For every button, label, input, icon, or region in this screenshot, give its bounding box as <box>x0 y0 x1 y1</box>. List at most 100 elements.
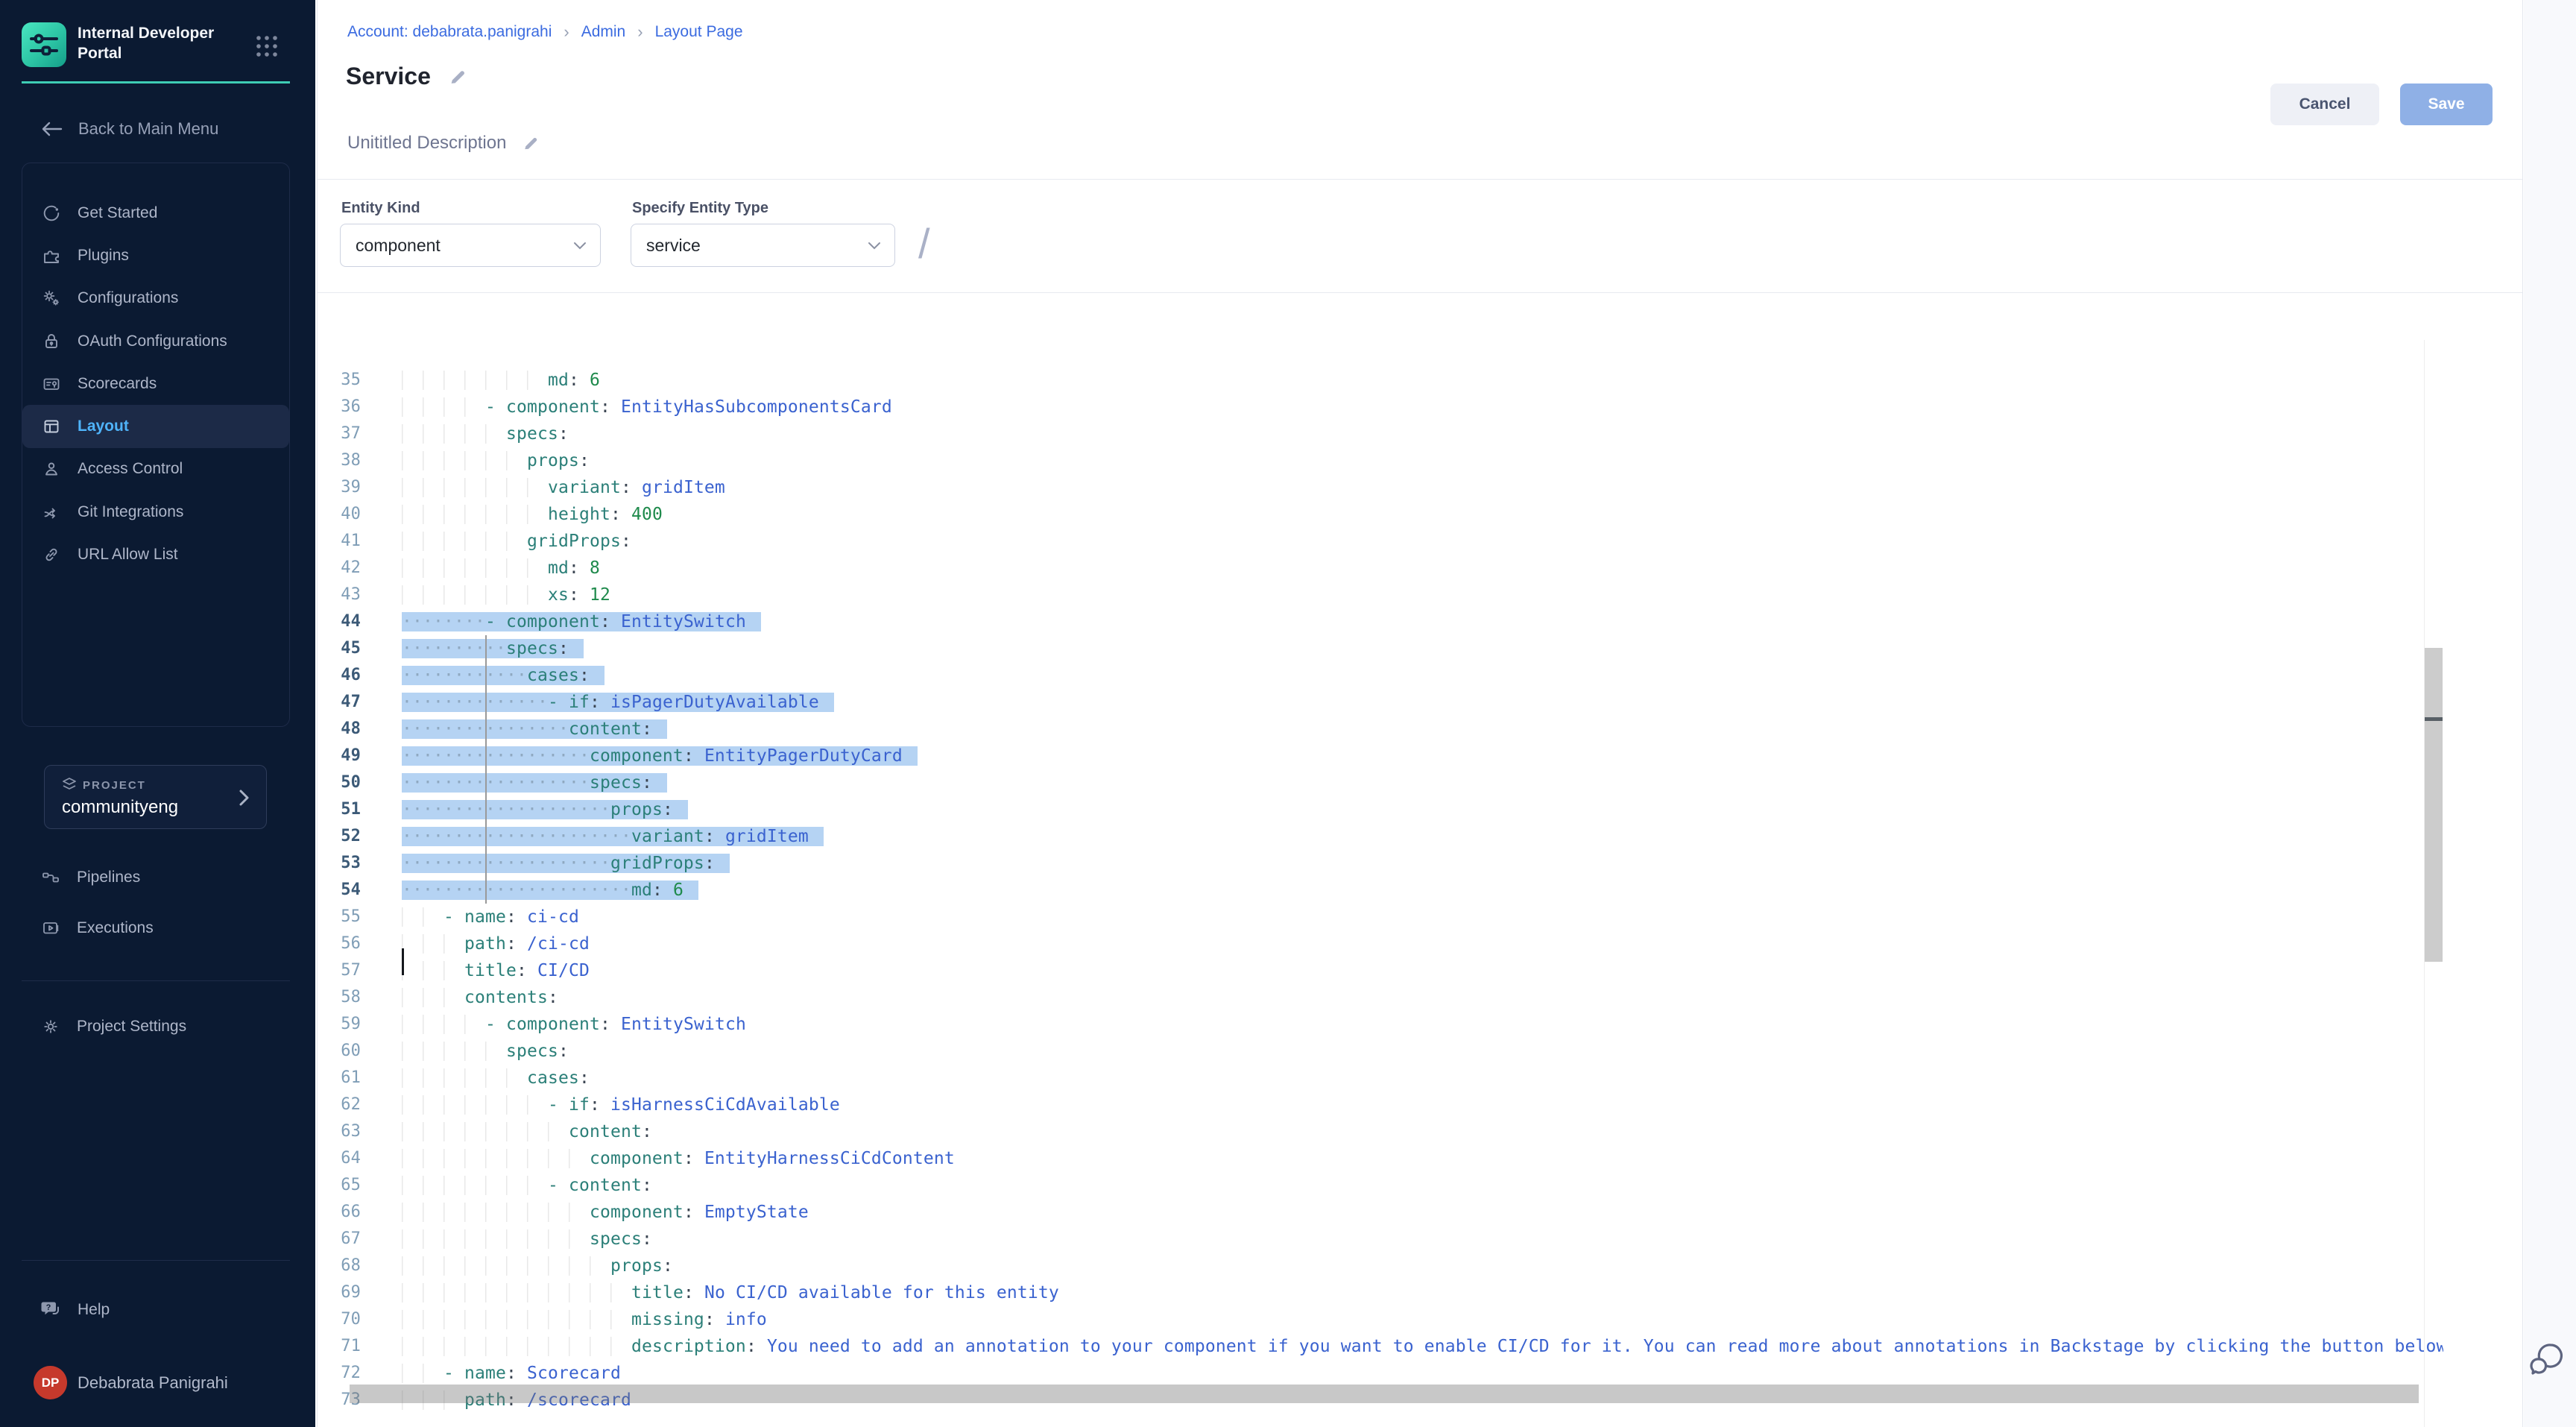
code-line[interactable]: 42 md: 8 <box>318 555 2443 582</box>
back-to-main-menu[interactable]: Back to Main Menu <box>41 119 218 139</box>
line-number[interactable]: 55 <box>318 904 361 930</box>
line-number[interactable]: 46 <box>318 662 361 689</box>
line-number[interactable]: 53 <box>318 850 361 877</box>
code-line[interactable]: 55 - name: ci-cd <box>318 904 2443 930</box>
sidebar-item-url-allow-list[interactable]: URL Allow List <box>22 533 289 576</box>
module-switcher-icon[interactable] <box>255 34 279 58</box>
code-line[interactable]: 43 xs: 12 <box>318 582 2443 608</box>
line-number[interactable]: 43 <box>318 582 361 608</box>
line-number[interactable]: 56 <box>318 930 361 957</box>
code-line[interactable]: 39 variant: gridItem <box>318 474 2443 501</box>
line-number[interactable]: 54 <box>318 877 361 904</box>
line-number[interactable]: 48 <box>318 716 361 743</box>
edit-description-pencil-icon[interactable] <box>523 135 539 151</box>
code-line[interactable]: 58 contents: <box>318 984 2443 1011</box>
line-number[interactable]: 36 <box>318 394 361 420</box>
line-number[interactable]: 51 <box>318 796 361 823</box>
line-number[interactable]: 49 <box>318 743 361 769</box>
code-line[interactable]: 40 height: 400 <box>318 501 2443 528</box>
line-number[interactable]: 35 <box>318 367 361 394</box>
line-number[interactable]: 66 <box>318 1199 361 1226</box>
line-number[interactable]: 72 <box>318 1360 361 1387</box>
sidebar-item-executions[interactable]: Executions <box>22 903 290 954</box>
code-line[interactable]: 66 component: EmptyState <box>318 1199 2443 1226</box>
code-line[interactable]: 57 title: CI/CD <box>318 957 2443 984</box>
line-number[interactable]: 52 <box>318 823 361 850</box>
line-number[interactable]: 62 <box>318 1091 361 1118</box>
line-number[interactable]: 71 <box>318 1333 361 1360</box>
entity-type-select[interactable]: service <box>631 224 895 267</box>
edit-title-pencil-icon[interactable] <box>449 68 467 86</box>
sidebar-item-get-started[interactable]: Get Started <box>22 192 289 234</box>
vertical-scrollbar[interactable] <box>2425 648 2443 962</box>
code-line[interactable]: 48················content: <box>318 716 2443 743</box>
line-number[interactable]: 50 <box>318 769 361 796</box>
code-line[interactable]: 41 gridProps: <box>318 528 2443 555</box>
user-menu[interactable]: DP Debabrata Panigrahi <box>34 1366 228 1399</box>
sidebar-item-layout[interactable]: Layout <box>22 405 289 447</box>
line-number[interactable]: 39 <box>318 474 361 501</box>
line-number[interactable]: 67 <box>318 1226 361 1253</box>
line-number[interactable]: 58 <box>318 984 361 1011</box>
code-line[interactable]: 45··········specs: <box>318 635 2443 662</box>
line-number[interactable]: 47 <box>318 689 361 716</box>
line-number[interactable]: 44 <box>318 608 361 635</box>
code-line[interactable]: 46············cases: <box>318 662 2443 689</box>
support-chat-icon[interactable] <box>2528 1339 2567 1381</box>
line-number[interactable]: 41 <box>318 528 361 555</box>
line-number[interactable]: 69 <box>318 1279 361 1306</box>
sidebar-item-project-settings[interactable]: Project Settings <box>22 1005 290 1048</box>
code-line[interactable]: 71 description: You need to add an annot… <box>318 1333 2443 1360</box>
line-number[interactable]: 37 <box>318 420 361 447</box>
sidebar-item-access-control[interactable]: Access Control <box>22 448 289 491</box>
entity-kind-select[interactable]: component <box>340 224 601 267</box>
code-line[interactable]: 61 cases: <box>318 1065 2443 1091</box>
code-line[interactable]: 59 - component: EntitySwitch <box>318 1011 2443 1038</box>
code-line[interactable]: 64 component: EntityHarnessCiCdContent <box>318 1145 2443 1172</box>
code-line[interactable]: 54······················md: 6 <box>318 877 2443 904</box>
line-number[interactable]: 63 <box>318 1118 361 1145</box>
sidebar-item-scorecards[interactable]: Scorecards <box>22 362 289 405</box>
code-line[interactable]: 65 - content: <box>318 1172 2443 1199</box>
code-line[interactable]: 69 title: No CI/CD available for this en… <box>318 1279 2443 1306</box>
code-line[interactable]: 50··················specs: <box>318 769 2443 796</box>
line-number[interactable]: 45 <box>318 635 361 662</box>
save-button[interactable]: Save <box>2400 84 2493 125</box>
code-line[interactable]: 49··················component: EntityPag… <box>318 743 2443 769</box>
line-number[interactable]: 38 <box>318 447 361 474</box>
sidebar-item-configurations[interactable]: Configurations <box>22 277 289 320</box>
code-line[interactable]: 38 props: <box>318 447 2443 474</box>
sidebar-item-pipelines[interactable]: Pipelines <box>22 852 290 903</box>
code-line[interactable]: 63 content: <box>318 1118 2443 1145</box>
line-number[interactable]: 57 <box>318 957 361 984</box>
line-number[interactable]: 70 <box>318 1306 361 1333</box>
code-line[interactable]: 36 - component: EntityHasSubcomponentsCa… <box>318 394 2443 420</box>
code-line[interactable]: 44········- component: EntitySwitch <box>318 608 2443 635</box>
line-number[interactable]: 42 <box>318 555 361 582</box>
code-line[interactable]: 62 - if: isHarnessCiCdAvailable <box>318 1091 2443 1118</box>
breadcrumb-item[interactable]: Account: debabrata.panigrahi <box>347 23 552 41</box>
code-line[interactable]: 51····················props: <box>318 796 2443 823</box>
sidebar-item-plugins[interactable]: Plugins <box>22 234 289 277</box>
line-number[interactable]: 61 <box>318 1065 361 1091</box>
sidebar-item-oauth-configurations[interactable]: OAuth Configurations <box>22 320 289 362</box>
line-number[interactable]: 60 <box>318 1038 361 1065</box>
code-line[interactable]: 70 missing: info <box>318 1306 2443 1333</box>
harness-idp-logo-icon[interactable] <box>22 22 66 67</box>
code-line[interactable]: 56 path: /ci-cd <box>318 930 2443 957</box>
line-number[interactable]: 68 <box>318 1253 361 1279</box>
line-number[interactable]: 65 <box>318 1172 361 1199</box>
sidebar-item-git-integrations[interactable]: Git Integrations <box>22 491 289 533</box>
line-number[interactable]: 59 <box>318 1011 361 1038</box>
project-selector[interactable]: PROJECT communityeng <box>44 765 267 829</box>
line-number[interactable]: 40 <box>318 501 361 528</box>
sidebar-item-help[interactable]: ? Help <box>22 1288 290 1331</box>
code-line[interactable]: 60 specs: <box>318 1038 2443 1065</box>
code-line[interactable]: 53····················gridProps: <box>318 850 2443 877</box>
breadcrumb-item[interactable]: Admin <box>581 23 626 41</box>
horizontal-scrollbar[interactable] <box>350 1385 2419 1403</box>
yaml-editor[interactable]: 35 md: 636 - component: EntityHasSubcomp… <box>318 340 2443 1427</box>
code-line[interactable]: 68 props: <box>318 1253 2443 1279</box>
line-number[interactable]: 64 <box>318 1145 361 1172</box>
code-line[interactable]: 67 specs: <box>318 1226 2443 1253</box>
